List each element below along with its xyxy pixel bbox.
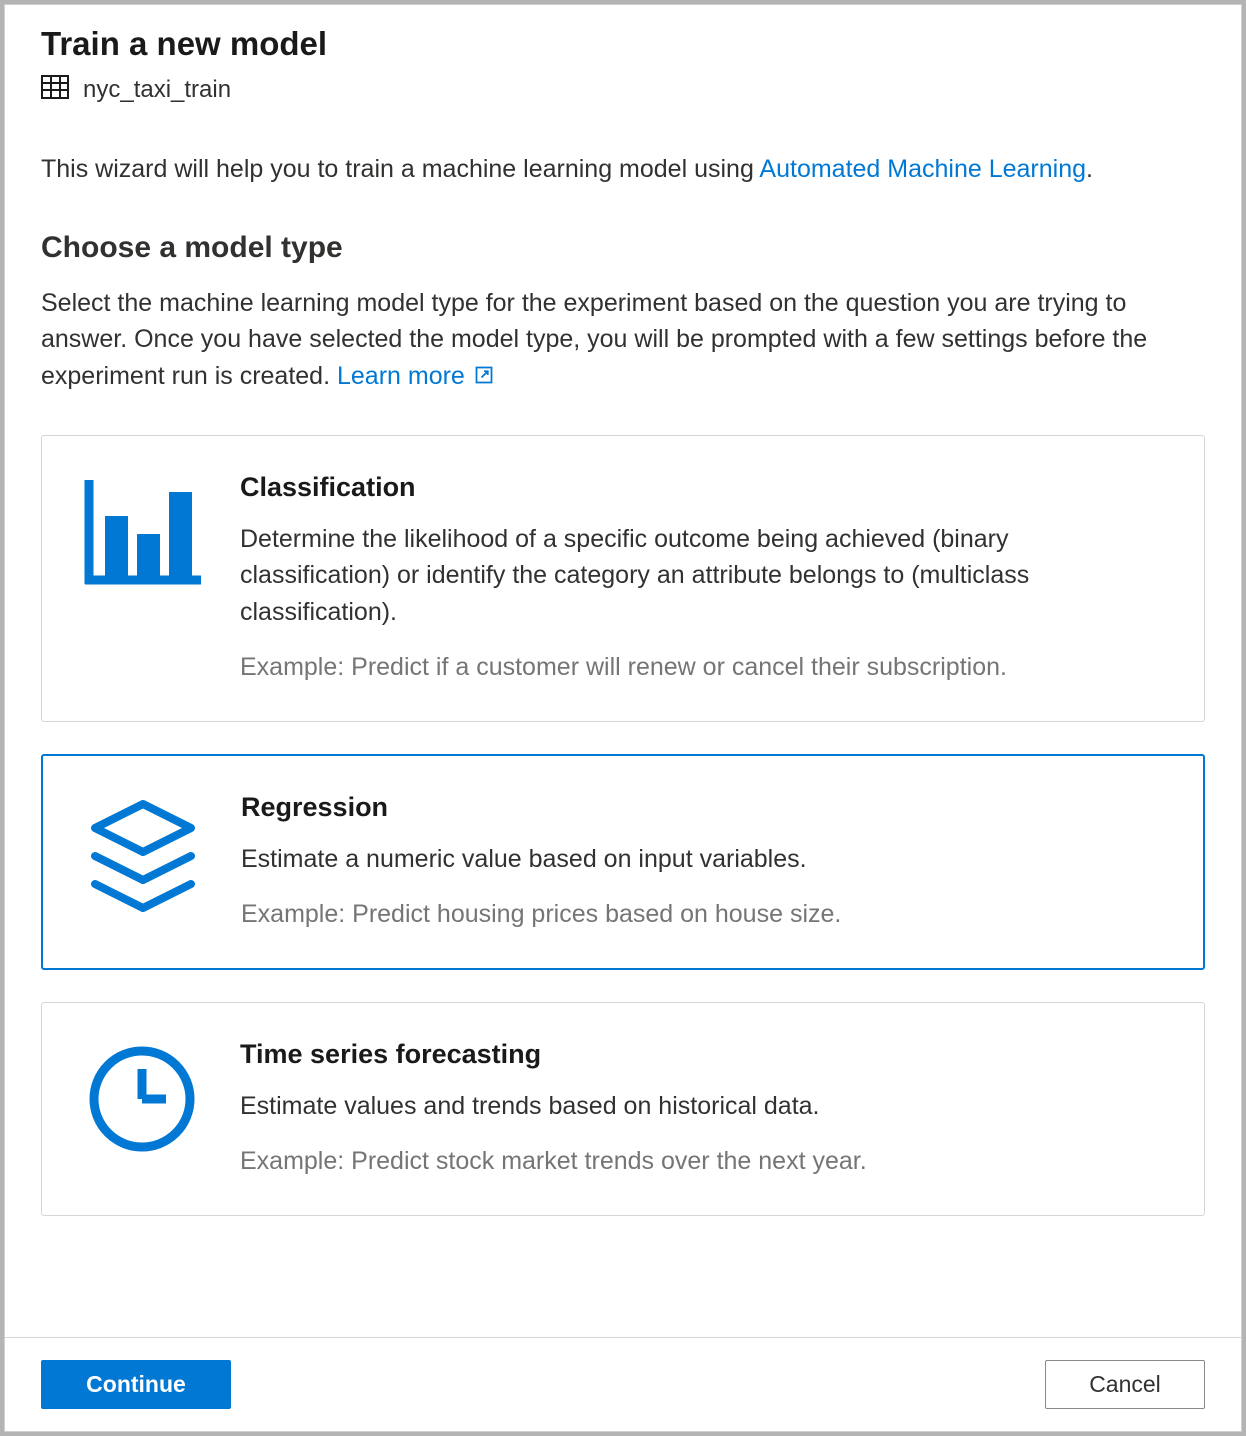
intro-suffix: . — [1086, 155, 1093, 183]
card-title: Time series forecasting — [240, 1039, 1164, 1070]
cancel-button[interactable]: Cancel — [1045, 1360, 1205, 1409]
card-body: Classification Determine the likelihood … — [240, 472, 1164, 685]
card-body: Time series forecasting Estimate values … — [240, 1039, 1164, 1179]
model-type-cards: Classification Determine the likelihood … — [41, 435, 1205, 1216]
wizard-footer: Continue Cancel — [5, 1337, 1241, 1431]
card-desc: Estimate a numeric value based on input … — [241, 841, 1163, 877]
wizard-content: Train a new model nyc_taxi_train This wi… — [5, 5, 1241, 1337]
card-desc: Determine the likelihood of a specific o… — [240, 521, 1164, 630]
section-title: Choose a model type — [41, 231, 1205, 265]
dataset-row: nyc_taxi_train — [41, 75, 1205, 104]
page-title: Train a new model — [41, 25, 1205, 63]
intro-prefix: This wizard will help you to train a mac… — [41, 155, 759, 183]
section-desc-text: Select the machine learning model type f… — [41, 289, 1147, 390]
intro-text: This wizard will help you to train a mac… — [41, 152, 1205, 187]
card-example: Example: Predict stock market trends ove… — [240, 1144, 1164, 1179]
automated-ml-link[interactable]: Automated Machine Learning — [759, 155, 1086, 183]
dataset-table-icon — [41, 75, 69, 104]
card-title: Regression — [241, 792, 1163, 823]
external-link-icon — [474, 359, 494, 395]
section-desc: Select the machine learning model type f… — [41, 285, 1205, 395]
card-example: Example: Predict housing prices based on… — [241, 897, 1163, 932]
clock-icon — [82, 1039, 202, 1179]
wizard-window: Train a new model nyc_taxi_train This wi… — [4, 4, 1242, 1432]
card-example: Example: Predict if a customer will rene… — [240, 650, 1164, 685]
card-classification[interactable]: Classification Determine the likelihood … — [41, 435, 1205, 722]
continue-button[interactable]: Continue — [41, 1360, 231, 1409]
dataset-name: nyc_taxi_train — [83, 76, 231, 104]
bar-chart-icon — [82, 472, 202, 685]
card-desc: Estimate values and trends based on hist… — [240, 1088, 1164, 1124]
card-regression[interactable]: Regression Estimate a numeric value base… — [41, 754, 1205, 970]
card-forecasting[interactable]: Time series forecasting Estimate values … — [41, 1002, 1205, 1216]
learn-more-text: Learn more — [337, 362, 465, 390]
layers-icon — [83, 792, 203, 932]
card-body: Regression Estimate a numeric value base… — [241, 792, 1163, 932]
card-title: Classification — [240, 472, 1164, 503]
learn-more-link[interactable]: Learn more — [337, 362, 494, 390]
